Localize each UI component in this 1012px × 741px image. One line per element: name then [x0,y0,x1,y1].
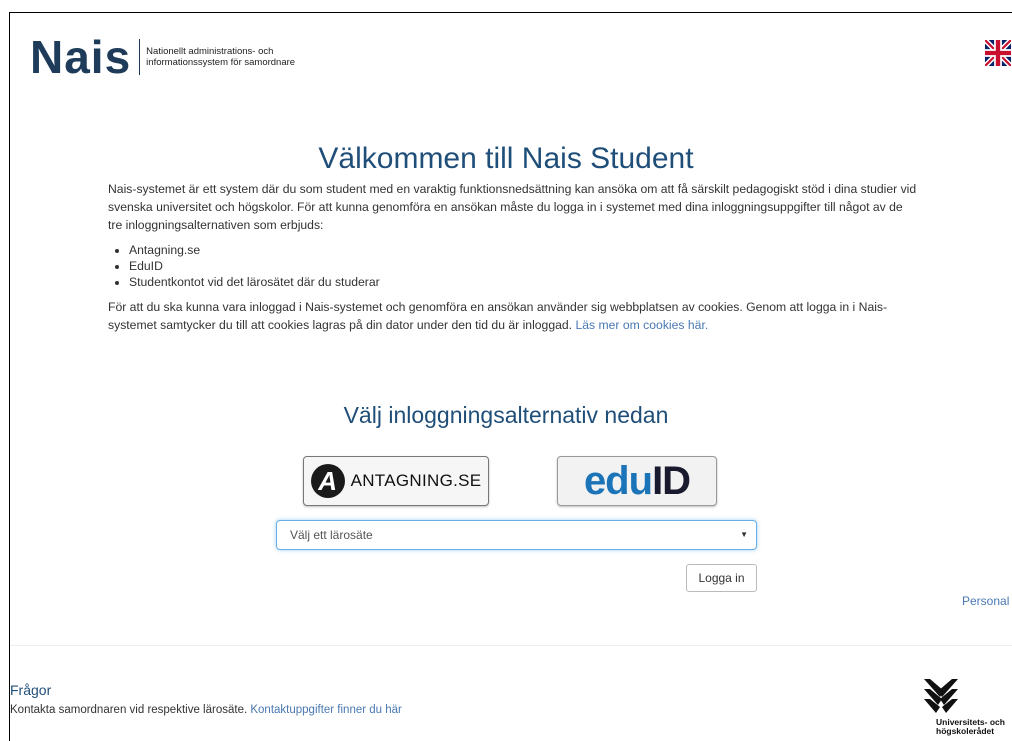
page-title: Välkommen till Nais Student [318,142,694,175]
nais-logo[interactable]: Nais Nationellt administrations- och inf… [30,31,295,83]
uhr-line2: högskolerådet [936,726,995,736]
list-item: EduID [129,258,918,274]
personal-link[interactable]: Personal [962,594,1009,608]
antagning-logo-icon: A [310,464,345,498]
logo-subtitle-line1: Nationellt administrations- och [146,46,274,57]
dropdown-caret-icon: ▼ [740,530,748,539]
intro-text: Nais-systemet är ett system där du som s… [108,182,917,232]
logo-wordmark: Nais [30,31,132,83]
logo-subtitle: Nationellt administrations- och informat… [146,46,295,68]
faq-text: Kontakta samordnaren vid respektive läro… [10,704,402,716]
eduid-login-button[interactable]: edu ID [557,456,717,506]
cookies-paragraph: För att du ska kunna vara inloggad i Nai… [108,298,918,334]
list-item: Antagning.se [129,242,918,258]
faq-title: Frågor [10,682,52,698]
uhr-logo-text: Universitets- och högskolerådet [936,718,1005,736]
logo-separator [139,39,141,75]
antagning-label: ANTAGNING.SE [350,471,482,490]
eduid-label-part2: ID [652,458,691,503]
cookies-link[interactable]: Läs mer om cookies här. [575,318,708,332]
contact-info-link[interactable]: Kontaktuppgifter finner du här [250,704,402,716]
cookies-text: För att du ska kunna vara inloggad i Nai… [108,300,888,332]
faq-description: Kontakta samordnaren vid respektive läro… [10,704,248,716]
page-frame [9,12,1012,741]
antagning-login-button[interactable]: A ANTAGNING.SE [303,456,489,506]
list-item: Studentkontot vid det lärosätet där du s… [129,274,918,290]
university-select[interactable]: Välj ett lärosäte ▼ [276,520,757,550]
login-button[interactable]: Logga in [686,564,757,592]
login-options-title: Välj inloggningsalternativ nedan [343,402,669,428]
logo-subtitle-line2: informationssystem för samordnare [146,57,296,68]
footer-divider [10,645,1012,646]
uk-flag-icon[interactable] [985,40,1011,66]
login-options-list: Antagning.se EduID Studentkontot vid det… [108,242,918,290]
university-select-value: Välj ett lärosäte [290,528,373,542]
welcome-content: Nais-systemet är ett system där du som s… [108,180,918,342]
eduid-label-part1: edu [583,458,653,503]
